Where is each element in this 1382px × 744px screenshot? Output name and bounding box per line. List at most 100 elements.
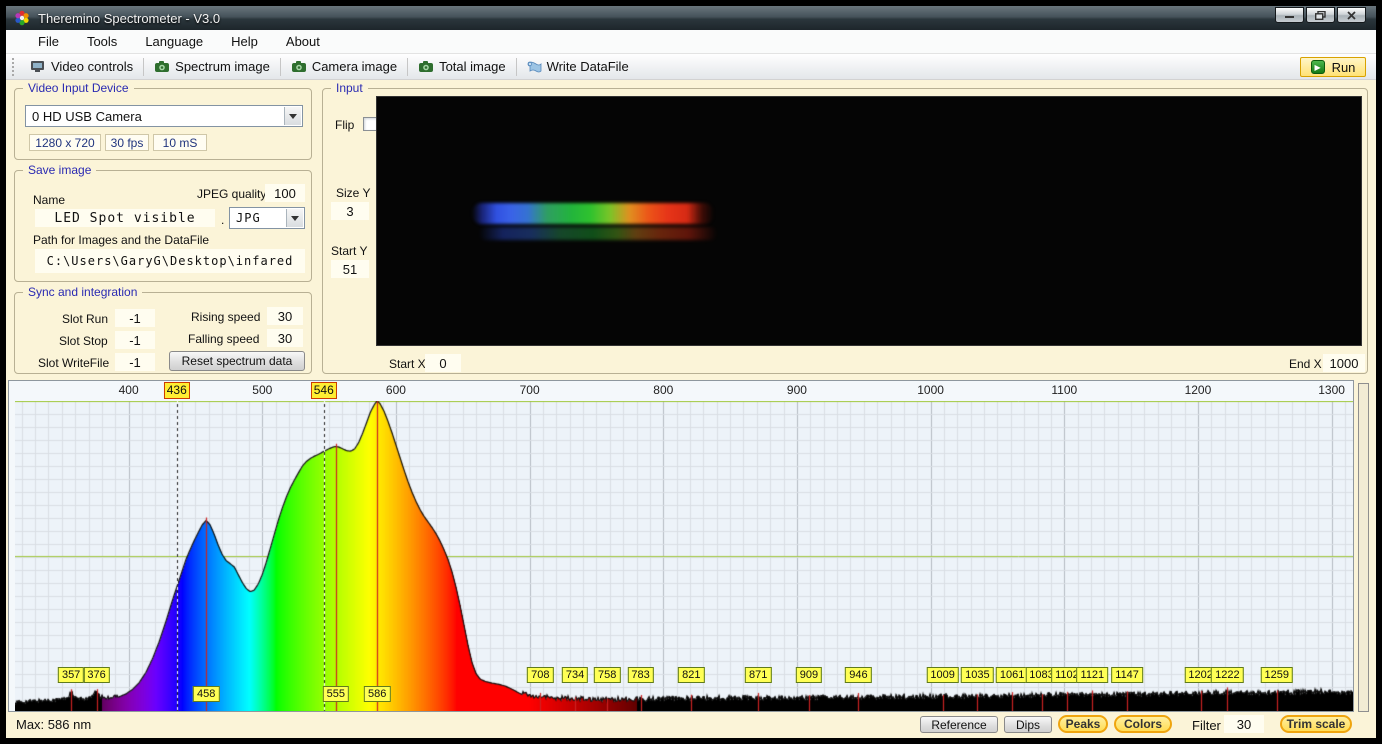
menu-tools[interactable]: Tools (73, 30, 131, 54)
video-input-group: Video Input Device 0 HD USB Camera 1280 … (14, 81, 312, 160)
x-tick-label: 600 (385, 383, 406, 397)
path-field[interactable]: C:\Users\GaryG\Desktop\infared (35, 249, 305, 273)
slot-stop-label: Slot Stop (59, 334, 108, 348)
spectrum-image-label: Spectrum image (175, 59, 270, 74)
dips-button[interactable]: Dips (1004, 716, 1052, 733)
x-tick-label: 400 (118, 383, 139, 397)
menu-file[interactable]: File (24, 30, 73, 54)
slot-writefile-field[interactable]: -1 (115, 353, 155, 371)
x-tick-label: 500 (252, 383, 273, 397)
reference-wavelength-badge: 436 (163, 382, 190, 399)
resolution-button[interactable]: 1280 x 720 (29, 134, 101, 151)
chart-side-strip (1358, 383, 1369, 712)
filter-field[interactable]: 30 (1224, 715, 1264, 733)
reference-wavelength-badge: 546 (310, 382, 337, 399)
x-tick-label: 800 (653, 383, 674, 397)
total-image-button[interactable]: Total image (410, 56, 513, 78)
total-image-label: Total image (439, 59, 506, 74)
exposure-button[interactable]: 10 mS (153, 134, 207, 151)
toolbar-separator (407, 57, 409, 76)
toolbar-grip[interactable] (12, 57, 17, 76)
slot-run-label: Slot Run (62, 312, 109, 326)
falling-speed-label: Falling speed (188, 332, 260, 346)
input-group: Input Flip Size Y 3 Start Y 51 Start X 0… (322, 81, 1368, 374)
size-y-field[interactable]: 3 (331, 202, 369, 220)
spectrum-plot: 357 376 458 555 586 708 734 758 783 821 871 909 946 1… (15, 401, 1353, 711)
start-x-field[interactable]: 0 (425, 354, 461, 372)
colors-button[interactable]: Colors (1114, 715, 1172, 733)
scroll-icon (527, 61, 541, 73)
max-peak-readout: Max: 586 nm (16, 717, 92, 732)
camera-icon (155, 61, 170, 72)
start-y-field[interactable]: 51 (331, 260, 369, 278)
video-controls-icon (31, 61, 44, 72)
video-controls-label: Video controls (51, 59, 134, 74)
spectrum-band (472, 203, 714, 224)
camera-image-button[interactable]: Camera image (283, 56, 405, 78)
slot-stop-field[interactable]: -1 (115, 331, 155, 349)
start-y-label: Start Y (331, 244, 368, 258)
sync-group: Sync and integration Slot Run -1 Slot St… (14, 285, 312, 374)
end-x-field[interactable]: 1000 (1323, 354, 1365, 372)
write-datafile-label: Write DataFile (546, 59, 629, 74)
falling-speed-field[interactable]: 30 (267, 329, 303, 347)
title-bar: Theremino Spectrometer - V3.0 (6, 6, 1376, 30)
spectrum-image-button[interactable]: Spectrum image (146, 56, 278, 78)
minimize-icon (1284, 15, 1294, 18)
camera-preview (376, 96, 1362, 346)
chevron-down-icon (289, 113, 297, 119)
sync-legend: Sync and integration (23, 285, 143, 299)
video-device-select[interactable]: 0 HD USB Camera (25, 105, 303, 127)
jpeg-quality-field[interactable]: 100 (265, 184, 305, 202)
format-select[interactable]: JPG (229, 207, 305, 229)
rising-speed-field[interactable]: 30 (267, 307, 303, 325)
menu-language[interactable]: Language (131, 30, 217, 54)
toolbar-separator (279, 57, 281, 76)
run-button[interactable]: ▶ Run (1300, 57, 1366, 77)
close-button[interactable] (1337, 7, 1366, 23)
peaks-button[interactable]: Peaks (1058, 715, 1108, 733)
x-tick-label: 1200 (1184, 383, 1212, 397)
video-device-value: 0 HD USB Camera (32, 108, 142, 124)
spectrum-canvas (15, 401, 1353, 711)
camera-image-label: Camera image (311, 59, 398, 74)
x-tick-label: 700 (519, 383, 540, 397)
x-tick-label: 1100 (1051, 383, 1078, 397)
combo-arrow[interactable] (286, 209, 303, 227)
combo-arrow[interactable] (284, 107, 301, 125)
fps-button[interactable]: 30 fps (105, 134, 149, 151)
slot-writefile-label: Slot WriteFile (38, 356, 110, 370)
slot-run-field[interactable]: -1 (115, 309, 155, 327)
restore-icon (1315, 10, 1326, 20)
app-logo-icon (15, 10, 29, 26)
camera-icon (419, 61, 434, 72)
reset-spectrum-button[interactable]: Reset spectrum data (169, 351, 305, 371)
menu-about[interactable]: About (272, 30, 334, 54)
close-icon (1347, 10, 1356, 20)
end-x-label: End X (1289, 357, 1322, 371)
write-datafile-button[interactable]: Write DataFile (519, 56, 637, 78)
reference-button[interactable]: Reference (920, 716, 998, 733)
x-tick-label: 1000 (917, 383, 944, 397)
camera-icon (291, 61, 306, 72)
minimize-button[interactable] (1275, 7, 1304, 23)
chevron-down-icon (291, 215, 299, 221)
play-icon: ▶ (1310, 60, 1325, 74)
name-field[interactable]: LED Spot visible (35, 209, 215, 227)
spectrum-band-reflection (479, 227, 717, 240)
flip-label: Flip (335, 118, 355, 132)
menu-bar: File Tools Language Help About (6, 30, 1376, 54)
filter-label: Filter (1192, 718, 1221, 733)
path-label: Path for Images and the DataFile (33, 233, 210, 247)
restore-button[interactable] (1306, 7, 1335, 23)
start-x-label: Start X (389, 357, 426, 371)
flip-checkbox[interactable] (363, 117, 377, 131)
x-axis: 400 500 600 700 800 900 1000 1100 1200 1300 436 546 (15, 381, 1353, 401)
menu-help[interactable]: Help (217, 30, 272, 54)
toolbar: Video controls Spectrum image Camera ima… (6, 54, 1376, 80)
toolbar-separator (515, 57, 517, 76)
rising-speed-label: Rising speed (191, 310, 261, 324)
video-controls-button[interactable]: Video controls (22, 56, 141, 78)
toolbar-separator (143, 57, 145, 76)
trim-scale-button[interactable]: Trim scale (1280, 715, 1352, 733)
